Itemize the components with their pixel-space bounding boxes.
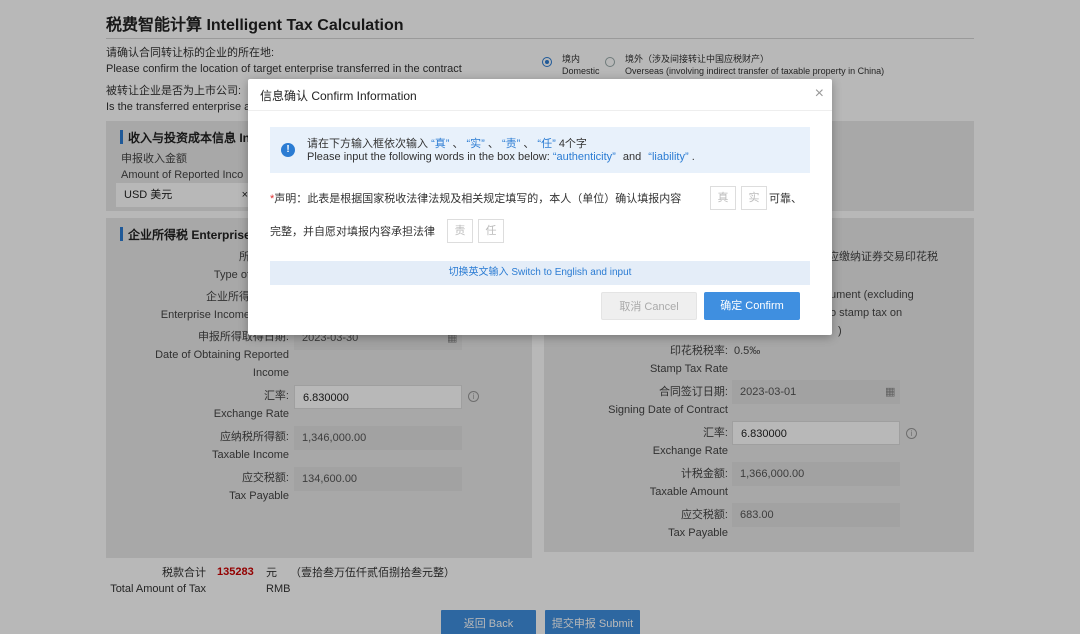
declaration-line-2: 完整，并自愿对填报内容承担法律	[270, 226, 435, 238]
declaration-line-1-tail: 可靠、	[769, 193, 802, 205]
word-and: and	[622, 151, 642, 163]
input-box-ren[interactable]: 任	[478, 219, 504, 243]
separator: 、	[487, 138, 499, 150]
word-zhen: “真”	[431, 138, 450, 150]
info-icon: !	[281, 143, 295, 157]
declaration-text-1: 声明：此表是根据国家税收法律法规及相关规定填写的，本人（单位）确认填报内容	[274, 193, 682, 205]
word-ze: “责”	[501, 138, 521, 150]
confirm-dialog: 信息确认 Confirm Information × ! 请在下方输入框依次输入…	[248, 79, 832, 335]
separator: 、	[452, 138, 464, 150]
dialog-divider	[248, 110, 832, 111]
word-shi: “实”	[466, 138, 485, 150]
instruction-cn-text: 请在下方输入框依次输入	[307, 138, 428, 150]
declaration-line-1: *声明：此表是根据国家税收法律法规及相关规定填写的，本人（单位）确认填报内容	[270, 191, 681, 207]
instruction-cn: 请在下方输入框依次输入 “真” 、 “实” 、 “责” 、 “任” 4个字	[307, 135, 587, 151]
period: .	[691, 151, 695, 163]
cancel-button[interactable]: 取消 Cancel	[601, 292, 697, 320]
dialog-title: 信息确认 Confirm Information	[260, 89, 417, 103]
close-icon[interactable]: ×	[815, 85, 824, 103]
instruction-cn-suffix: 4个字	[558, 138, 587, 150]
input-box-shi[interactable]: 实	[741, 186, 767, 210]
word-liability: “liability”	[648, 151, 689, 163]
word-authenticity: “authenticity”	[552, 151, 616, 163]
instruction-en-text: Please input the following words in the …	[307, 151, 550, 163]
input-box-zhen[interactable]: 真	[710, 186, 736, 210]
word-ren: “任”	[537, 138, 556, 150]
separator: 、	[523, 138, 535, 150]
input-box-ze[interactable]: 责	[447, 219, 473, 243]
instruction-notice: ! 请在下方输入框依次输入 “真” 、 “实” 、 “责” 、 “任” 4个字 …	[270, 127, 810, 173]
confirm-button[interactable]: 确定 Confirm	[704, 292, 800, 320]
instruction-en: Please input the following words in the …	[307, 151, 695, 163]
switch-english-input[interactable]: 切换英文输入 Switch to English and input	[270, 261, 810, 285]
